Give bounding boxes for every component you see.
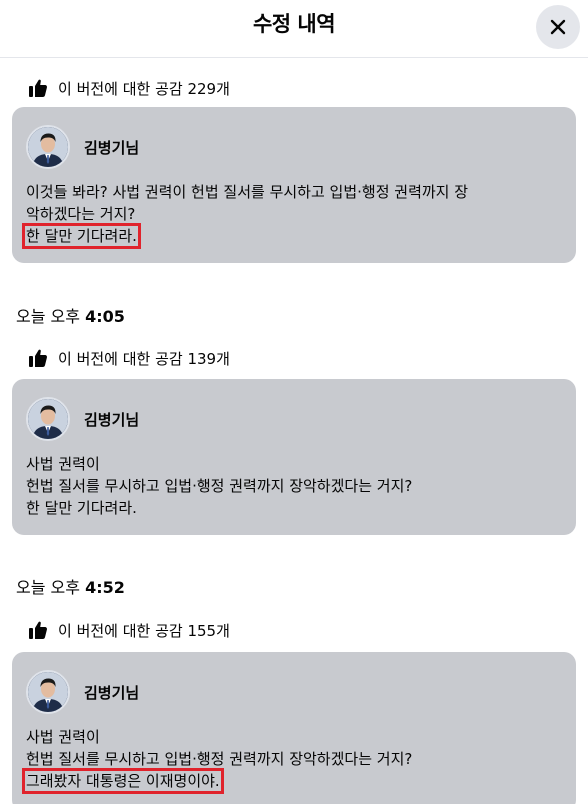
post-text-line: 헌법 질서를 무시하고 입법·행정 권력까지 장악하겠다는 거지? bbox=[26, 477, 413, 495]
thumbs-up-icon bbox=[29, 79, 47, 97]
post-text: 사법 권력이 헌법 질서를 무시하고 입법·행정 권력까지 장악하겠다는 거지?… bbox=[26, 453, 562, 519]
thumbs-up-icon bbox=[29, 621, 47, 639]
post-version-card: 김병기님 사법 권력이 헌법 질서를 무시하고 입법·행정 권력까지 장악하겠다… bbox=[12, 379, 576, 535]
page-title: 수정 내역 bbox=[252, 12, 336, 36]
post-author: 김병기님 bbox=[26, 668, 562, 716]
post-text-line: 한 달만 기다려라. bbox=[26, 499, 137, 517]
avatar[interactable] bbox=[26, 125, 70, 169]
post-author: 김병기님 bbox=[26, 123, 562, 171]
reaction-count-text: 이 버전에 대한 공감 155개 bbox=[58, 621, 230, 640]
edit-timestamp: 오늘 오후 4:52 bbox=[16, 574, 125, 598]
avatar[interactable] bbox=[26, 670, 70, 714]
header: 수정 내역 bbox=[0, 0, 588, 58]
highlighted-text: 그래봤자 대통령은 이재명이야. bbox=[22, 768, 224, 794]
reaction-count-text: 이 버전에 대한 공감 139개 bbox=[58, 349, 230, 368]
post-text-line: 헌법 질서를 무시하고 입법·행정 권력까지 장악하겠다는 거지? bbox=[26, 750, 413, 768]
profile-photo bbox=[28, 399, 68, 439]
post-text-line: 악하겠다는 거지? bbox=[26, 205, 136, 223]
post-text-line: 사법 권력이 bbox=[26, 728, 100, 746]
timestamp-time: 4:52 bbox=[85, 578, 125, 597]
avatar[interactable] bbox=[26, 397, 70, 441]
timestamp-prefix: 오늘 오후 bbox=[16, 578, 80, 597]
post-version-card: 김병기님 이것들 봐라? 사법 권력이 헌법 질서를 무시하고 입법·행정 권력… bbox=[12, 107, 576, 263]
thumbs-up-icon bbox=[29, 349, 47, 367]
author-name[interactable]: 김병기님 bbox=[84, 409, 139, 430]
post-text: 사법 권력이 헌법 질서를 무시하고 입법·행정 권력까지 장악하겠다는 거지?… bbox=[22, 726, 562, 794]
post-text-line: 사법 권력이 bbox=[26, 455, 100, 473]
post-version-card: 김병기님 사법 권력이 헌법 질서를 무시하고 입법·행정 권력까지 장악하겠다… bbox=[12, 652, 576, 804]
reaction-count-text: 이 버전에 대한 공감 229개 bbox=[58, 79, 230, 98]
edit-history-list[interactable]: 이 버전에 대한 공감 229개 김병기님 이것들 봐라? 사법 권력이 헌법 … bbox=[0, 58, 588, 804]
post-text: 이것들 봐라? 사법 권력이 헌법 질서를 무시하고 입법·행정 권력까지 장 … bbox=[22, 181, 562, 249]
close-button[interactable] bbox=[536, 5, 580, 49]
profile-photo bbox=[28, 672, 68, 712]
post-text-line: 이것들 봐라? 사법 권력이 헌법 질서를 무시하고 입법·행정 권력까지 장 bbox=[26, 183, 469, 201]
timestamp-time: 4:05 bbox=[85, 307, 125, 326]
reaction-count[interactable]: 이 버전에 대한 공감 155개 bbox=[28, 618, 230, 642]
close-icon bbox=[550, 19, 566, 35]
profile-photo bbox=[28, 127, 68, 167]
author-name[interactable]: 김병기님 bbox=[84, 137, 139, 158]
author-name[interactable]: 김병기님 bbox=[84, 682, 139, 703]
timestamp-prefix: 오늘 오후 bbox=[16, 307, 80, 326]
reaction-count[interactable]: 이 버전에 대한 공감 139개 bbox=[28, 346, 230, 370]
highlighted-text: 한 달만 기다려라. bbox=[22, 223, 141, 249]
post-author: 김병기님 bbox=[26, 395, 562, 443]
reaction-count[interactable]: 이 버전에 대한 공감 229개 bbox=[28, 76, 230, 100]
edit-timestamp: 오늘 오후 4:05 bbox=[16, 303, 125, 327]
